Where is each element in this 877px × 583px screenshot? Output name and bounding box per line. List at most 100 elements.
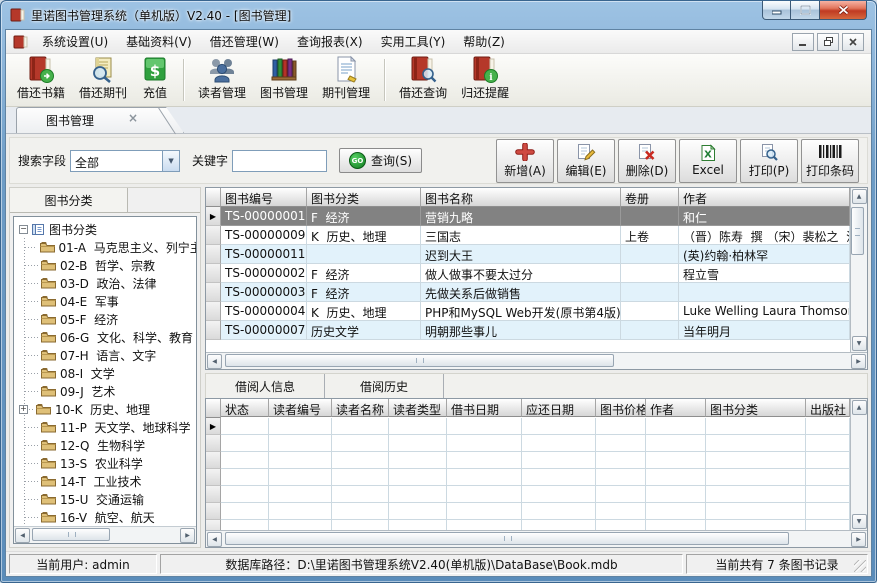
tab-close-icon[interactable]: × — [128, 111, 138, 125]
table-row[interactable] — [206, 503, 850, 520]
tree-item-16-V[interactable]: 16-V 航空、航天 — [17, 508, 196, 526]
tree-item-14-T[interactable]: 14-T 工业技术 — [17, 472, 196, 490]
tree-item-12-Q[interactable]: 12-Q 生物科学 — [17, 436, 196, 454]
scroll-up-arrow[interactable]: ▲ — [852, 400, 867, 415]
toolbar-button-lend-query[interactable]: 借还查询 — [392, 56, 454, 104]
close-button[interactable] — [820, 1, 867, 20]
scroll-right-arrow[interactable]: ▶ — [851, 354, 866, 369]
toolbar-button-readers[interactable]: 读者管理 — [191, 56, 253, 104]
tree-item-13-S[interactable]: 13-S 农业科学 — [17, 454, 196, 472]
column-header[interactable]: 图书编号 — [221, 188, 307, 207]
toolbar-button-books-manage[interactable]: 图书管理 — [253, 56, 315, 104]
scroll-up-arrow[interactable]: ▲ — [852, 189, 867, 204]
column-header[interactable]: 出版社 — [806, 399, 850, 417]
toolbar-button-lend-book[interactable]: 借还书籍 — [10, 56, 72, 104]
column-header[interactable]: 卷册 — [621, 188, 679, 207]
column-header[interactable]: 图书名称 — [421, 188, 621, 207]
query-button[interactable]: GO 查询(S) — [339, 148, 422, 173]
borrower-vscrollbar[interactable]: ▲ ▼ — [850, 399, 867, 530]
column-header[interactable]: 图书分类 — [706, 399, 806, 417]
scroll-left-arrow[interactable]: ◀ — [15, 528, 30, 543]
tree-item-08-I[interactable]: 08-I 文学 — [17, 364, 196, 382]
table-row[interactable] — [206, 469, 850, 486]
tree-item-06-G[interactable]: 06-G 文化、科学、教育 — [17, 328, 196, 346]
tree-item-10-K[interactable]: +10-K 历史、地理 — [17, 400, 196, 418]
tree-item-07-H[interactable]: 07-H 语言、文字 — [17, 346, 196, 364]
column-header[interactable]: 读者名称 — [332, 399, 389, 417]
book-hscrollbar[interactable]: ◀ ▶ — [206, 352, 867, 369]
table-row[interactable]: TS-00000011迟到大王(英)约翰·柏林罕 — [206, 245, 850, 264]
tree-collapse-toggle[interactable]: − — [19, 225, 28, 234]
scroll-thumb[interactable] — [225, 354, 614, 367]
scroll-left-arrow[interactable]: ◀ — [207, 354, 222, 369]
column-header[interactable]: 图书价格 — [596, 399, 646, 417]
tree-item-15-U[interactable]: 15-U 交通运输 — [17, 490, 196, 508]
menu-item-2[interactable]: 基础资料(V) — [117, 29, 201, 54]
tree-root[interactable]: −图书分类 — [17, 220, 196, 238]
scroll-thumb[interactable] — [32, 528, 110, 541]
maximize-button[interactable] — [791, 1, 820, 20]
scroll-down-arrow[interactable]: ▼ — [852, 514, 867, 529]
column-header[interactable]: 应还日期 — [522, 399, 596, 417]
action-button-print-preview[interactable]: 打印(P) — [740, 139, 798, 183]
tree-item-03-D[interactable]: 03-D 政治、法律 — [17, 274, 196, 292]
menu-item-5[interactable]: 实用工具(Y) — [372, 29, 455, 54]
book-vscrollbar[interactable]: ▲ ▼ — [850, 188, 867, 352]
table-row[interactable] — [206, 435, 850, 452]
mdi-minimize-button[interactable] — [792, 33, 814, 51]
tree-item-04-E[interactable]: 04-E 军事 — [17, 292, 196, 310]
table-row[interactable]: ▶TS-00000001F 经济营销九略和仁 — [206, 207, 850, 226]
action-button-barcode[interactable]: 打印条码 — [801, 139, 859, 183]
tree-item-02-B[interactable]: 02-B 哲学、宗教 — [17, 256, 196, 274]
column-header[interactable]: 作者 — [646, 399, 706, 417]
action-button-edit[interactable]: 编辑(E) — [557, 139, 615, 183]
action-button-add[interactable]: 新增(A) — [496, 139, 554, 183]
tree-expand-toggle[interactable]: + — [19, 405, 28, 414]
dropdown-arrow-icon[interactable]: ▼ — [162, 151, 179, 171]
scroll-thumb[interactable] — [225, 532, 789, 545]
tab-borrow-history[interactable]: 借阅历史 — [325, 374, 444, 398]
toolbar-button-return-remind[interactable]: i归还提醒 — [454, 56, 516, 104]
scroll-left-arrow[interactable]: ◀ — [207, 532, 222, 547]
category-tab[interactable]: 图书分类 — [10, 188, 128, 212]
column-header[interactable]: 作者 — [679, 188, 850, 207]
keyword-input[interactable] — [232, 150, 327, 172]
table-row[interactable] — [206, 452, 850, 469]
titlebar[interactable]: 里诺图书管理系统（单机版）V2.40 - [图书管理] — [1, 1, 876, 29]
toolbar-button-lend-periodical[interactable]: 借还期刊 — [72, 56, 134, 104]
minimize-button[interactable] — [762, 1, 791, 20]
column-header[interactable]: 图书分类 — [307, 188, 421, 207]
column-header[interactable]: 状态 — [221, 399, 269, 417]
menu-item-4[interactable]: 查询报表(X) — [288, 29, 372, 54]
tab-book-management[interactable]: 图书管理 × — [16, 107, 184, 133]
tree-item-01-A[interactable]: 01-A 马克思主义、列宁主义 — [17, 238, 196, 256]
menu-item-6[interactable]: 帮助(Z) — [454, 29, 514, 54]
tab-borrower-info[interactable]: 借阅人信息 — [206, 374, 325, 398]
toolbar-button-recharge[interactable]: $充值 — [134, 56, 176, 104]
mdi-restore-button[interactable] — [817, 33, 839, 51]
scroll-right-arrow[interactable]: ▶ — [851, 532, 866, 547]
action-button-excel[interactable]: XExcel — [679, 139, 737, 183]
table-row[interactable]: TS-00000002F 经济做人做事不要太过分程立雪 — [206, 264, 850, 283]
search-field-select[interactable]: 全部 ▼ — [70, 150, 180, 172]
borrower-hscrollbar[interactable]: ◀ ▶ — [206, 530, 867, 547]
scroll-right-arrow[interactable]: ▶ — [180, 528, 195, 543]
column-header[interactable]: 读者类型 — [389, 399, 447, 417]
table-row[interactable]: TS-00000003F 经济先做关系后做销售 — [206, 283, 850, 302]
table-row[interactable]: ▶ — [206, 418, 850, 435]
column-header[interactable]: 借书日期 — [447, 399, 522, 417]
tree-hscrollbar[interactable]: ◀ ▶ — [14, 526, 196, 543]
scroll-down-arrow[interactable]: ▼ — [852, 336, 867, 351]
resize-grip[interactable] — [854, 560, 866, 572]
toolbar-button-periodical-manage[interactable]: 期刊管理 — [315, 56, 377, 104]
tree-item-09-J[interactable]: 09-J 艺术 — [17, 382, 196, 400]
table-row[interactable]: TS-00000004K 历史、地理PHP和MySQL Web开发(原书第4版)… — [206, 302, 850, 321]
table-row[interactable] — [206, 520, 850, 530]
action-button-delete[interactable]: 删除(D) — [618, 139, 676, 183]
scroll-thumb[interactable] — [851, 207, 864, 255]
column-header[interactable]: 读者编号 — [269, 399, 332, 417]
menu-item-3[interactable]: 借还管理(W) — [201, 29, 288, 54]
table-row[interactable] — [206, 486, 850, 503]
table-row[interactable]: TS-00000007历史文学明朝那些事儿当年明月 — [206, 321, 850, 340]
tree-item-05-F[interactable]: 05-F 经济 — [17, 310, 196, 328]
